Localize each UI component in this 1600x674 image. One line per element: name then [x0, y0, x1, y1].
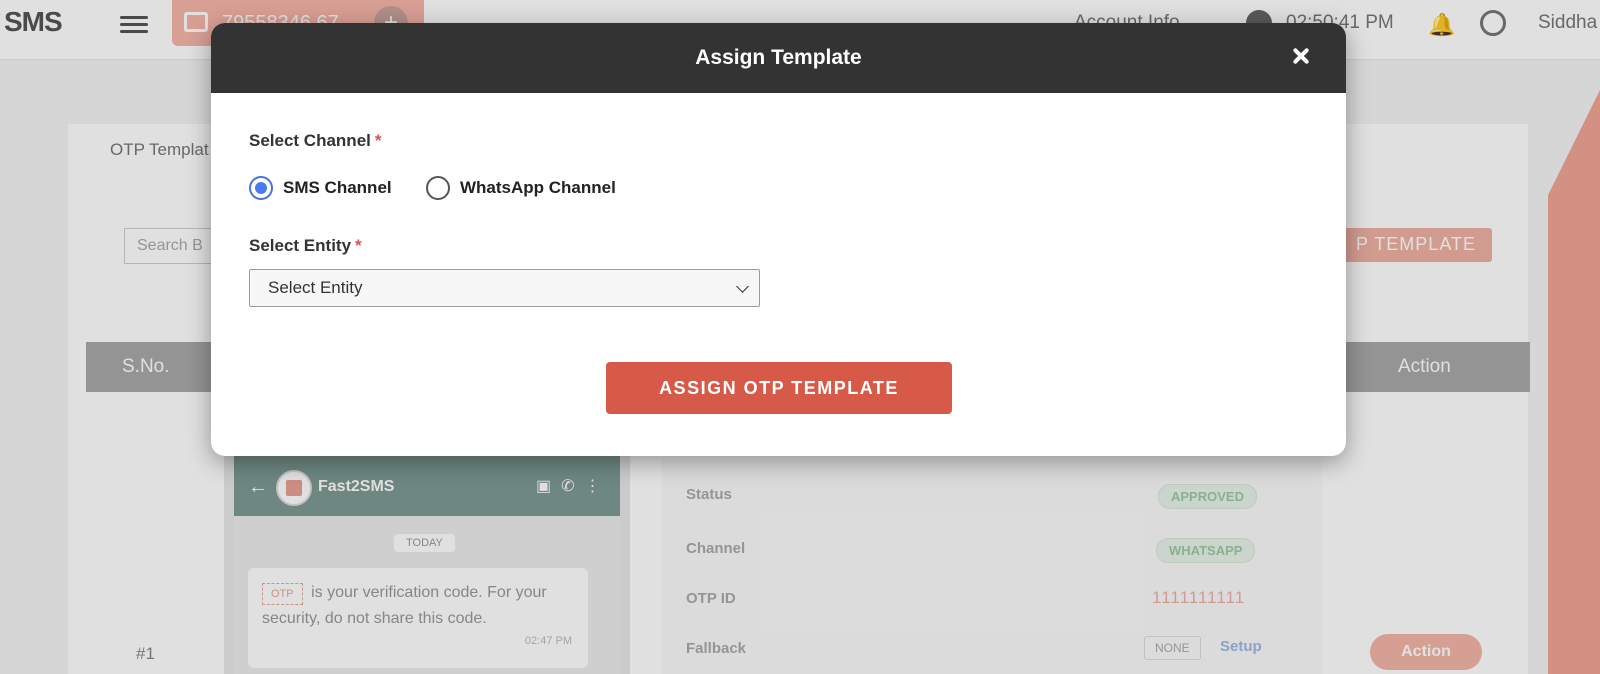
radio-unchecked-icon[interactable] — [426, 176, 450, 200]
modal-header: Assign Template — [211, 23, 1346, 93]
whatsapp-channel-label[interactable]: WhatsApp Channel — [460, 178, 616, 198]
sms-channel-label[interactable]: SMS Channel — [283, 178, 392, 198]
required-mark: * — [355, 236, 362, 255]
radio-checked-icon[interactable] — [249, 176, 273, 200]
required-mark: * — [374, 131, 382, 150]
whatsapp-channel-radio[interactable]: WhatsApp Channel — [426, 176, 616, 200]
assign-template-modal: Assign Template Select Channel * SMS Chan… — [211, 23, 1346, 456]
chevron-down-icon — [736, 280, 749, 293]
select-entity-label: Select Entity * — [249, 236, 362, 255]
sms-channel-radio[interactable]: SMS Channel — [249, 176, 392, 200]
select-channel-label: Select Channel * — [249, 131, 382, 150]
assign-otp-template-button[interactable]: ASSIGN OTP TEMPLATE — [606, 362, 952, 414]
entity-select[interactable]: Select Entity — [249, 269, 760, 307]
modal-title: Assign Template — [695, 46, 862, 69]
entity-select-value: Select Entity — [268, 278, 363, 297]
close-icon[interactable] — [1286, 41, 1316, 71]
